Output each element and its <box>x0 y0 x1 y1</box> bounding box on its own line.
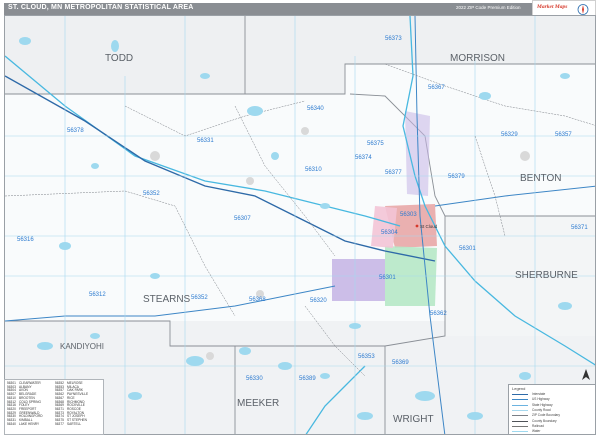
legend-item: Water <box>512 429 594 433</box>
zip-index-col-zips-1: 56301 56303 56304 56307 56310 56312 5631… <box>7 381 16 426</box>
legend-label: ZIP Code Boundary <box>532 413 560 418</box>
legend-swatch <box>512 431 528 433</box>
zip-label: 56375 <box>367 141 384 147</box>
legend-label: County Road <box>532 407 551 412</box>
legend-swatch <box>512 399 528 401</box>
zip-label: 56367 <box>428 85 445 91</box>
zip-label: 56301 <box>379 275 396 281</box>
legend-label: Interstate <box>532 392 546 396</box>
zip-label: 56371 <box>571 225 588 231</box>
zip-label: 56307 <box>234 216 251 222</box>
legend-swatch <box>512 425 528 427</box>
legend-swatch <box>512 409 528 412</box>
zip-label: 56352 <box>191 295 208 301</box>
urban-purple-zone <box>332 259 385 301</box>
zip-label: 56303 <box>400 212 417 218</box>
legend-swatch <box>512 420 528 422</box>
county-label-sherburne: SHERBURNE <box>515 270 578 281</box>
zip-index-col-zips-2: 56352 56353 56357 56362 56367 56368 5636… <box>55 381 64 426</box>
zip-label: 56368 <box>249 297 266 303</box>
zip-label: 56320 <box>310 298 327 304</box>
zip-label: 56316 <box>17 237 34 243</box>
legend-swatch <box>512 404 528 406</box>
county-label-stearns: STEARNS <box>143 294 191 305</box>
zip-label: 56331 <box>197 138 214 144</box>
todd-area <box>5 16 345 94</box>
zip-label: 56312 <box>89 292 106 298</box>
map-legend: Legend Interstate US Highway State Highway… <box>508 384 596 435</box>
legend-label: Water <box>532 429 541 434</box>
legend-item: ZIP Code Boundary <box>512 413 594 417</box>
legend-item: State Highway <box>512 403 594 407</box>
edition-label: 2022 ZIP Code Premium Edition <box>456 5 521 10</box>
legend-item: Interstate <box>512 392 594 396</box>
zip-label: 56352 <box>143 191 160 197</box>
zip-label: 56340 <box>307 106 324 112</box>
zip-label: 56379 <box>448 174 465 180</box>
zip-label: 56304 <box>381 230 398 236</box>
north-arrow-icon <box>582 369 590 380</box>
zip-label: 56378 <box>67 128 84 134</box>
legend-item: County Road <box>512 408 594 412</box>
legend-swatch <box>512 415 528 417</box>
title-bar: ST. CLOUD, MN METROPOLITAN STATISTICAL A… <box>4 3 596 15</box>
zip-label: 56373 <box>385 36 402 42</box>
legend-item: County Boundary <box>512 419 594 423</box>
map-svg: TODD MORRISON BENTON SHERBURNE STEARNS M… <box>5 16 595 434</box>
zip-label: 56377 <box>385 170 402 176</box>
county-label-benton: BENTON <box>520 173 562 184</box>
urban-pink-zone <box>371 206 397 248</box>
zip-label: 56301 <box>459 246 476 252</box>
zip-index-table: 56301 56303 56304 56307 56310 56312 5631… <box>4 379 104 435</box>
zip-label: 56353 <box>358 354 375 360</box>
legend-label: Railroad <box>532 423 544 428</box>
map-title: ST. CLOUD, MN METROPOLITAN STATISTICAL A… <box>8 4 194 11</box>
zip-label: 56329 <box>501 132 518 138</box>
county-label-morrison: MORRISON <box>450 53 505 64</box>
legend-item: US Highway <box>512 397 594 401</box>
zip-label: 56362 <box>430 311 447 317</box>
legend-swatch <box>512 394 528 396</box>
legend-title: Legend <box>512 386 526 391</box>
zip-label: 56374 <box>355 155 372 161</box>
publisher-logo-text: Market Maps <box>537 4 568 10</box>
legend-label: State Highway <box>532 402 553 407</box>
county-label-todd: TODD <box>105 53 133 64</box>
map-frame: ST. CLOUD, MN METROPOLITAN STATISTICAL A… <box>0 0 600 439</box>
legend-label: County Boundary <box>532 418 557 423</box>
county-label-meeker: MEEKER <box>237 398 279 409</box>
zip-index-col-places-2: MELROSE MILACA OAK PARK PAYNESVILLE RICE… <box>67 381 89 426</box>
zip-label: 56369 <box>392 360 409 366</box>
zip-index-col-places-1: CLEARWATER ALBANY AVON BELGRADE BROOTEN … <box>19 381 43 426</box>
zip-label: 56389 <box>299 376 316 382</box>
zip-label: 56310 <box>305 167 322 173</box>
zip-label: 56330 <box>246 376 263 382</box>
legend-item: Railroad <box>512 424 594 428</box>
zip-label: 56357 <box>555 132 572 138</box>
county-label-kandiyohi: KANDIYOHI <box>60 342 104 351</box>
map-canvas[interactable]: TODD MORRISON BENTON SHERBURNE STEARNS M… <box>4 15 596 435</box>
county-label-wright: WRIGHT <box>393 414 434 425</box>
city-label-st-cloud: St Cloud <box>420 224 438 229</box>
legend-label: US Highway <box>532 397 550 402</box>
